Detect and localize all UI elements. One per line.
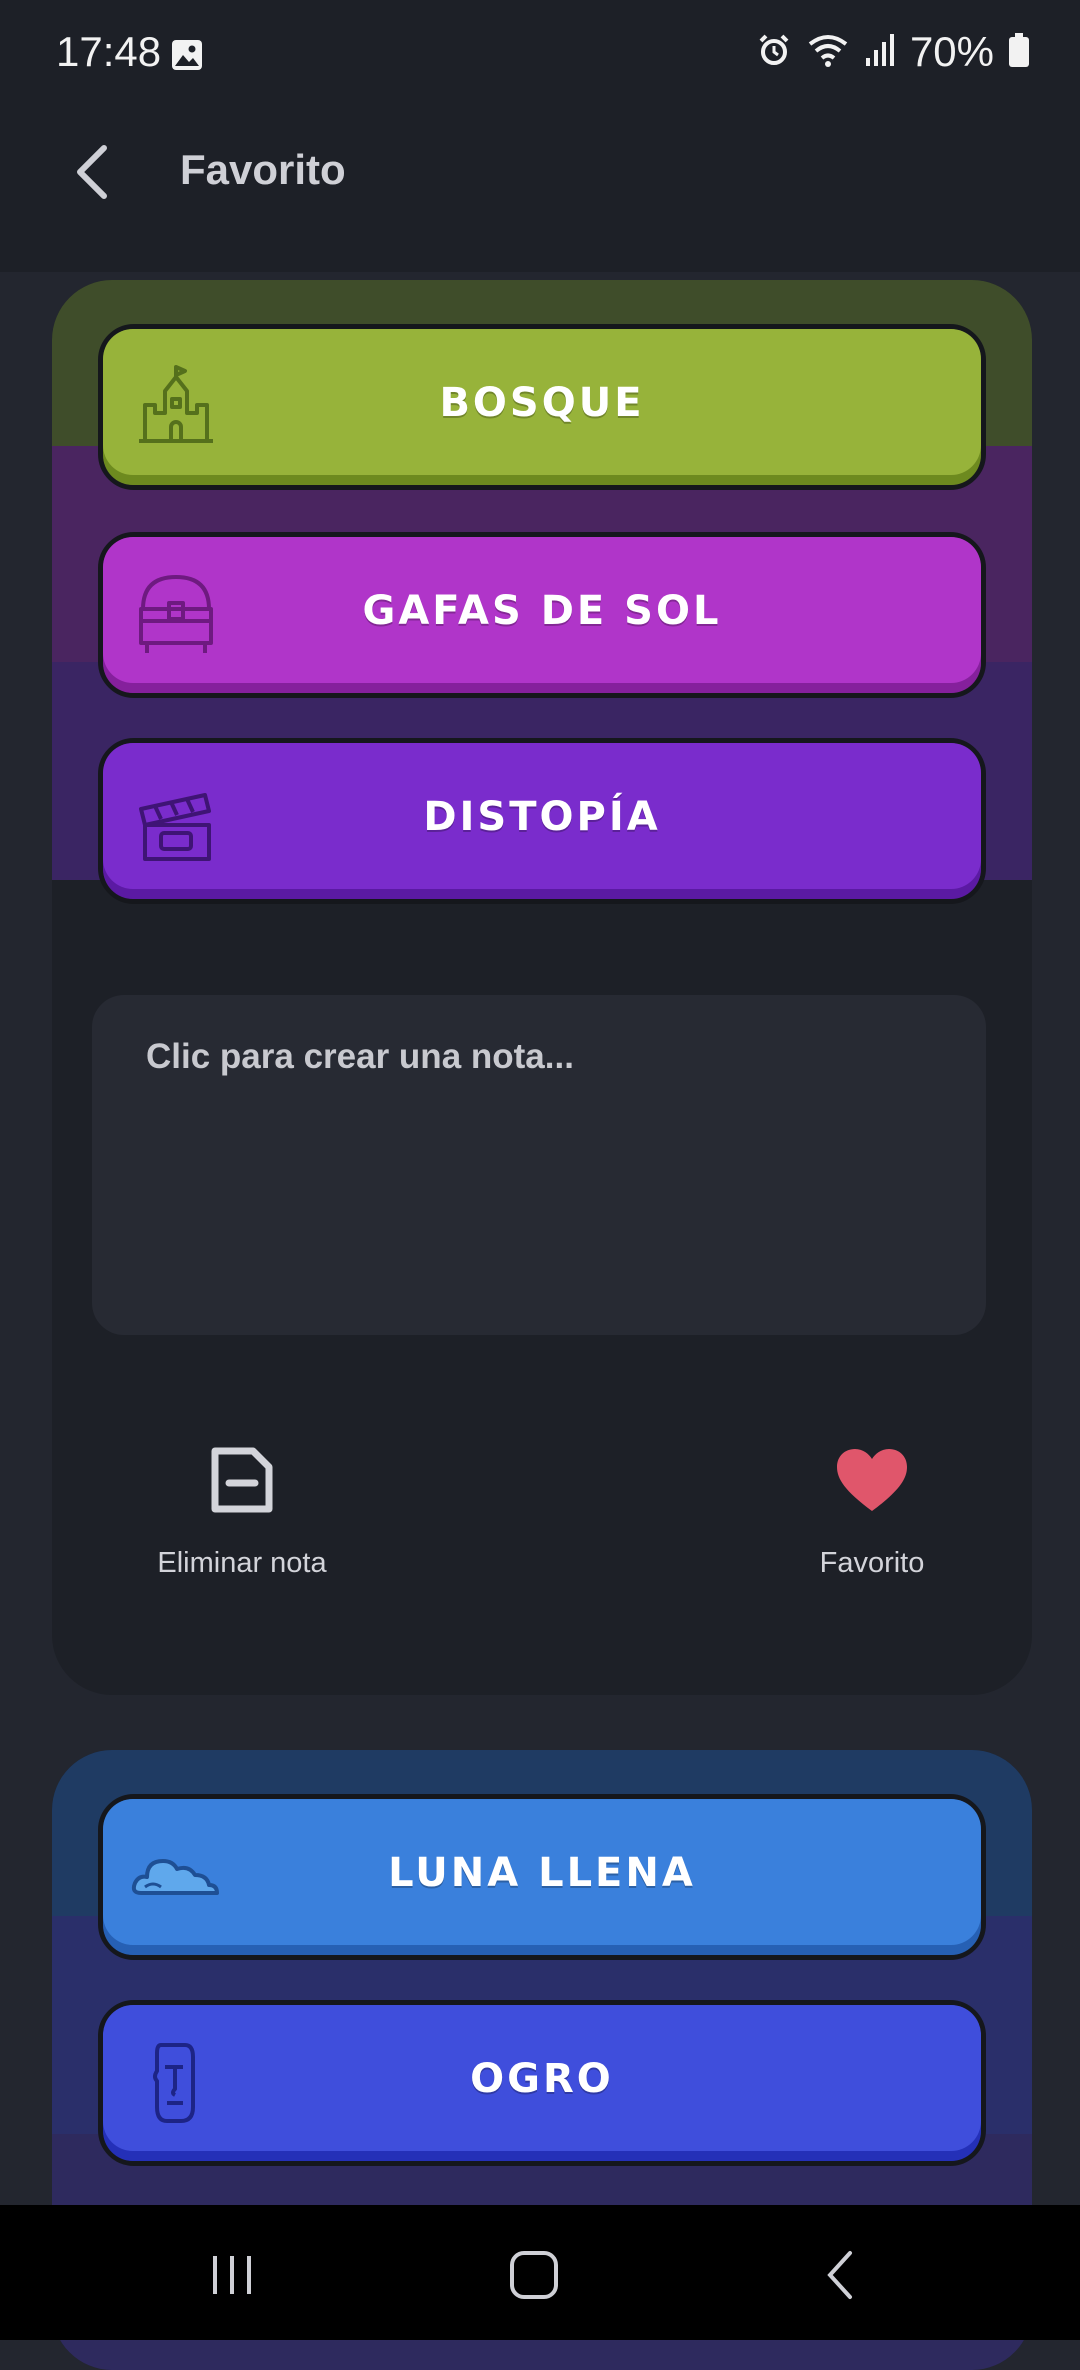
category-button-distopia[interactable]: DISTOPÍA (98, 738, 986, 904)
back-button[interactable] (62, 132, 122, 212)
wifi-icon (806, 32, 850, 73)
cloud-icon (131, 1831, 221, 1921)
note-placeholder: Clic para crear una nota... (146, 1037, 574, 1076)
recent-apps-icon (213, 2256, 251, 2294)
system-nav-bar (0, 2205, 1080, 2340)
category-label: BOSQUE (439, 380, 645, 426)
status-bar: 17:48 70% (0, 0, 1080, 112)
home-icon (510, 2251, 558, 2299)
recent-apps-button[interactable] (172, 2235, 292, 2315)
home-button[interactable] (474, 2235, 594, 2315)
favorite-button[interactable]: Favorito (742, 1435, 1002, 1580)
favorite-label: Favorito (819, 1547, 925, 1579)
status-time: 17:48 (56, 28, 162, 75)
delete-note-button[interactable]: Eliminar nota (112, 1435, 372, 1580)
battery-icon (1008, 32, 1030, 73)
castle-icon (131, 361, 221, 451)
category-button-luna-llena[interactable]: LUNA LLENA (98, 1794, 986, 1960)
category-label: DISTOPÍA (423, 794, 661, 840)
category-label: OGRO (470, 2056, 614, 2102)
signal-icon (864, 32, 896, 73)
treasure-chest-icon (131, 569, 221, 659)
alarm-icon (756, 32, 792, 73)
delete-note-icon (112, 1435, 372, 1525)
category-label: GAFAS DE SOL (362, 588, 722, 634)
category-button-ogro[interactable]: OGRO (98, 2000, 986, 2166)
clapperboard-icon (131, 775, 221, 865)
heart-icon (742, 1435, 1002, 1525)
delete-note-label: Eliminar nota (157, 1547, 327, 1579)
system-back-button[interactable] (780, 2235, 900, 2315)
battery-percent: 70% (909, 28, 994, 75)
chevron-left-icon (827, 2251, 852, 2299)
gallery-notification-icon (170, 38, 204, 77)
page-title: Favorito (180, 146, 346, 193)
chevron-left-icon (77, 145, 107, 199)
category-button-gafas-de-sol[interactable]: GAFAS DE SOL (98, 532, 986, 698)
moai-icon (131, 2037, 221, 2127)
app-bar: Favorito (0, 112, 1080, 272)
category-button-bosque[interactable]: BOSQUE (98, 324, 986, 490)
note-input[interactable]: Clic para crear una nota... (92, 995, 986, 1335)
category-card-1: BOSQUE GAFAS DE SOL DISTOPÍA Clic para c… (52, 280, 1032, 1695)
status-icons: 70% (756, 28, 1030, 76)
category-label: LUNA LLENA (388, 1850, 696, 1896)
